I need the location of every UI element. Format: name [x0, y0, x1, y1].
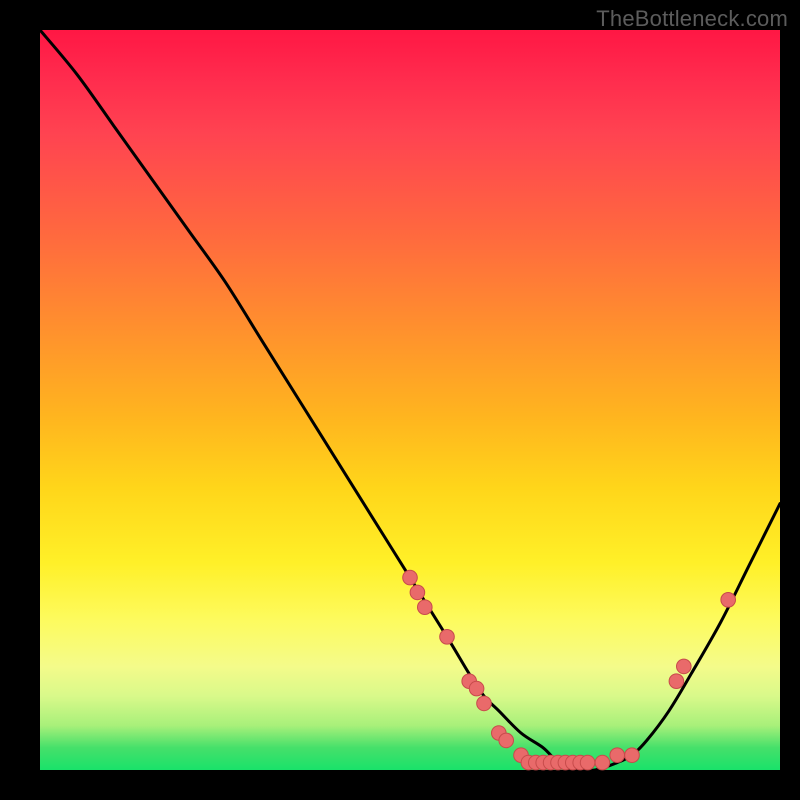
data-point [410, 585, 425, 600]
plot-area [40, 30, 780, 770]
data-point [625, 748, 640, 763]
data-point [669, 674, 684, 689]
data-point [499, 733, 514, 748]
chart-container: TheBottleneck.com [0, 0, 800, 800]
data-point [595, 755, 610, 770]
watermark-text: TheBottleneck.com [596, 6, 788, 32]
data-point [477, 696, 492, 711]
chart-svg [40, 30, 780, 770]
data-point [403, 570, 418, 585]
bottleneck-curve [40, 30, 780, 771]
data-point [469, 681, 484, 696]
data-point [440, 630, 455, 645]
data-point [418, 600, 433, 615]
data-point [610, 748, 625, 763]
data-points [403, 570, 736, 770]
data-point [580, 755, 595, 770]
data-point [721, 593, 736, 608]
data-point [677, 659, 692, 674]
